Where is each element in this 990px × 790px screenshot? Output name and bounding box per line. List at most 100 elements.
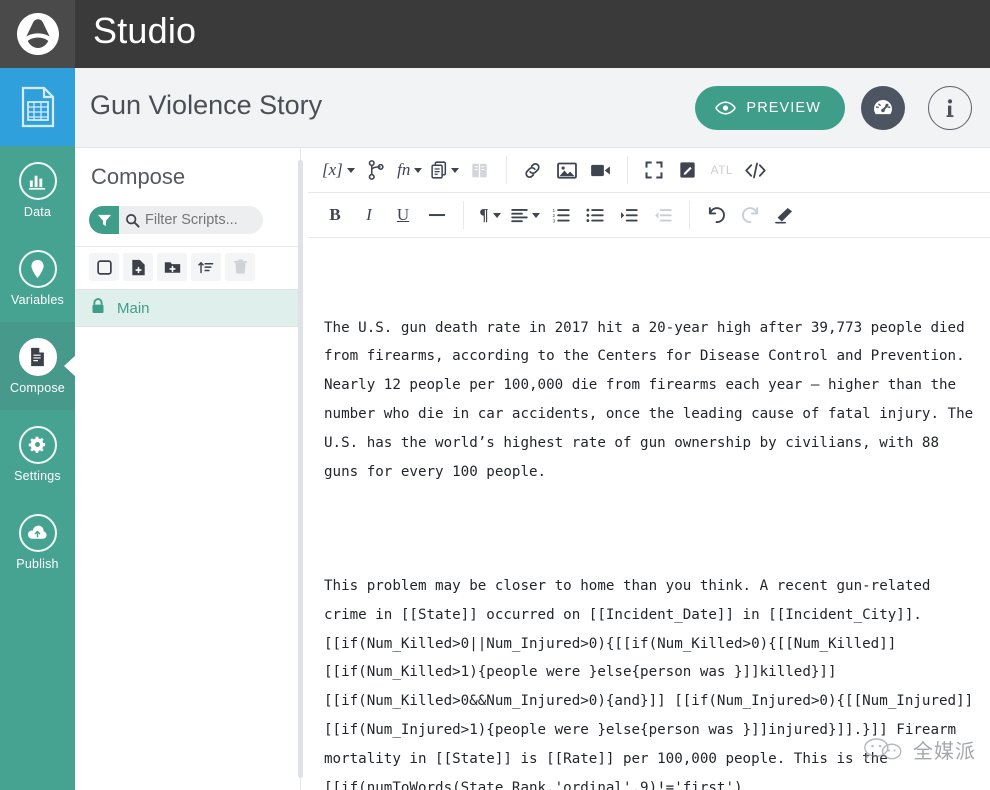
function-icon: fn	[397, 160, 411, 179]
paragraph-2: This problem may be closer to home than …	[324, 577, 974, 790]
location-pin-circle-icon	[18, 249, 57, 288]
new-folder-button[interactable]	[157, 253, 187, 281]
filter-scripts-input[interactable]	[145, 212, 263, 228]
paragraph-style-button[interactable]: ¶	[473, 198, 507, 232]
sidebar-label-data: Data	[23, 204, 52, 219]
editor-pane: [x] fn ATL B I U ¶ 1 2 3 The U.S. gun de…	[308, 148, 990, 790]
document-header: Gun Violence Story PREVIEW	[75, 68, 990, 148]
book-icon	[472, 163, 487, 177]
eye-icon	[715, 101, 737, 115]
select-all-checkbox[interactable]	[89, 253, 119, 281]
clear-formatting-button[interactable]	[767, 198, 801, 232]
function-button[interactable]: fn	[393, 153, 427, 187]
video-button[interactable]	[584, 153, 618, 187]
sort-button[interactable]	[191, 253, 221, 281]
outdent-button[interactable]	[646, 198, 680, 232]
edit-note-button[interactable]	[671, 153, 705, 187]
list-item-script[interactable]: Main	[75, 289, 301, 327]
ordered-list-button[interactable]: 1 2 3	[544, 198, 578, 232]
cloud-upload-circle-icon	[18, 513, 57, 552]
video-icon	[591, 164, 611, 176]
align-button[interactable]	[507, 198, 544, 232]
variable-button[interactable]: [x]	[318, 153, 359, 187]
eraser-icon	[774, 207, 792, 224]
svg-text:2: 2	[552, 213, 555, 218]
variable-icon: [x]	[322, 160, 343, 179]
paragraph-1: The U.S. gun death rate in 2017 hit a 20…	[324, 319, 982, 480]
chevron-down-icon	[346, 167, 355, 173]
image-button[interactable]	[550, 153, 584, 187]
chevron-down-icon	[450, 167, 459, 173]
unordered-list-button[interactable]	[578, 198, 612, 232]
chevron-down-icon	[492, 212, 501, 218]
unordered-list-icon	[586, 208, 604, 222]
copy-document-icon	[431, 161, 446, 179]
redo-button[interactable]	[733, 198, 767, 232]
document-circle-icon	[18, 337, 57, 376]
horizontal-rule-button[interactable]	[420, 198, 454, 232]
page-title: Gun Violence Story	[90, 90, 323, 120]
left-nav-rail: Data Variables Compose Settings Publish	[0, 68, 76, 790]
compose-panel-scrollbar[interactable]	[298, 160, 303, 778]
undo-icon	[708, 207, 725, 224]
svg-text:1: 1	[552, 208, 555, 213]
sidebar-item-spreadsheet[interactable]	[0, 68, 75, 146]
script-editor-body[interactable]: The U.S. gun death rate in 2017 hit a 20…	[308, 238, 990, 790]
italic-button[interactable]: I	[352, 198, 386, 232]
ordered-list-icon: 1 2 3	[552, 208, 570, 223]
funnel-icon[interactable]	[89, 206, 119, 234]
gauge-icon	[874, 100, 892, 115]
preview-button[interactable]: PREVIEW	[695, 86, 845, 130]
pencil-square-icon	[680, 162, 695, 178]
filter-scripts-control[interactable]	[89, 206, 263, 234]
spreadsheet-icon	[21, 86, 54, 128]
info-icon	[946, 99, 954, 117]
underline-icon: U	[396, 205, 410, 224]
align-left-icon	[511, 208, 528, 222]
code-view-button[interactable]	[739, 153, 773, 187]
info-button[interactable]	[928, 86, 972, 130]
gear-circle-icon	[18, 425, 57, 464]
script-name: Main	[117, 299, 150, 317]
svg-text:3: 3	[552, 218, 555, 223]
fullscreen-button[interactable]	[637, 153, 671, 187]
preview-button-label: PREVIEW	[746, 100, 821, 116]
sidebar-label-compose: Compose	[10, 380, 65, 395]
sidebar-item-compose[interactable]: Compose	[0, 322, 76, 410]
bold-button[interactable]: B	[318, 198, 352, 232]
synonym-button[interactable]	[427, 153, 463, 187]
app-logo[interactable]	[0, 0, 75, 68]
sidebar-label-variables: Variables	[11, 292, 64, 307]
image-icon	[556, 162, 577, 179]
indent-button[interactable]	[612, 198, 646, 232]
underline-button[interactable]: U	[386, 198, 420, 232]
sidebar-item-settings[interactable]: Settings	[0, 410, 75, 498]
toolbar-separator	[626, 156, 628, 184]
atl-button[interactable]: ATL	[705, 153, 739, 187]
filter-row	[75, 202, 301, 246]
compose-action-row	[75, 246, 301, 289]
undo-button[interactable]	[699, 198, 733, 232]
chart-bar-circle-icon	[18, 161, 57, 200]
bold-icon: B	[329, 205, 341, 224]
delete-button[interactable]	[225, 253, 255, 281]
compose-panel: Compose Filter Scripts... Main	[75, 148, 301, 790]
app-title: Studio	[93, 10, 197, 51]
sidebar-label-publish: Publish	[16, 556, 59, 571]
compose-panel-heading: Compose	[91, 164, 186, 189]
sidebar-item-publish[interactable]: Publish	[0, 498, 75, 586]
branch-button[interactable]	[359, 153, 393, 187]
minus-icon	[428, 214, 446, 217]
editor-toolbar-row-2: B I U ¶ 1 2 3	[308, 193, 990, 238]
search-icon	[119, 213, 145, 228]
performance-gauge-button[interactable]	[861, 86, 905, 130]
editor-toolbar-row-1: [x] fn ATL	[308, 148, 990, 193]
link-button[interactable]	[516, 153, 550, 187]
new-script-button[interactable]	[123, 253, 153, 281]
sidebar-item-variables[interactable]: Variables	[0, 234, 75, 322]
sidebar-item-data[interactable]: Data	[0, 146, 75, 234]
book-button[interactable]	[463, 153, 497, 187]
toolbar-separator	[505, 156, 507, 184]
redo-icon	[741, 207, 758, 224]
lock-icon	[91, 297, 105, 319]
